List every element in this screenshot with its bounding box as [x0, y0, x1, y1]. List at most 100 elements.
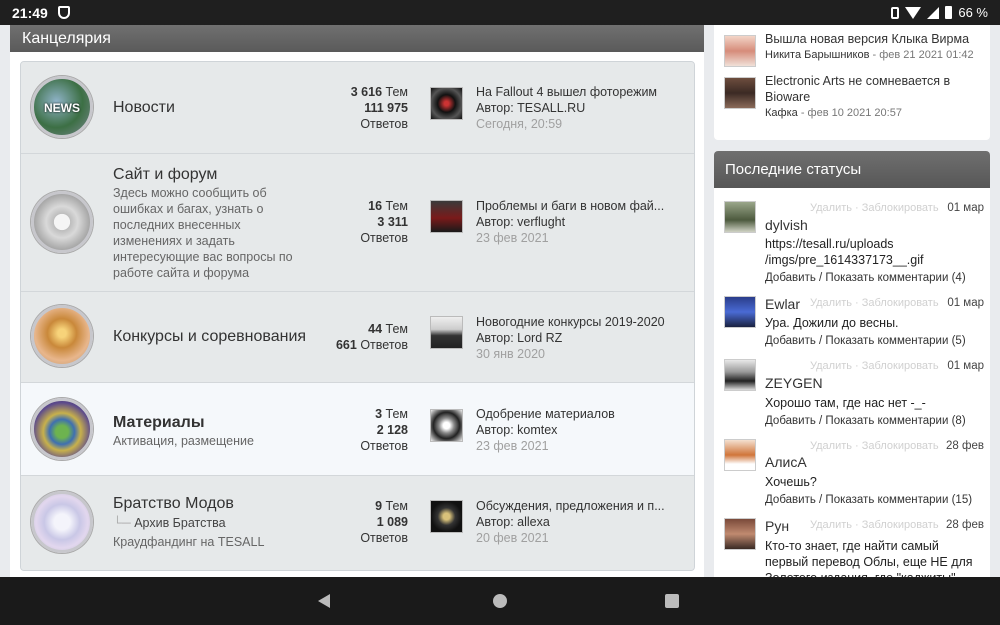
gear-icon[interactable]	[31, 191, 93, 253]
forum-row-materials[interactable]: Материалы Активация, размещение 3 Тем 2 …	[21, 383, 694, 476]
reply-word: Ответов	[360, 231, 408, 245]
show-comments-link[interactable]: Показать комментарии (5)	[825, 335, 965, 347]
forum-title[interactable]: Конкурсы и соревнования	[113, 328, 306, 346]
status-user-name[interactable]: Ewlar	[765, 296, 800, 312]
last-post-title[interactable]: На Fallout 4 вышел фоторежим	[476, 84, 686, 100]
last-post: Новогодние конкурсы 2019-2020 Автор: Lor…	[476, 314, 686, 362]
last-post-avatar[interactable]	[430, 316, 463, 349]
forum-row-contests[interactable]: Конкурсы и соревнования 44 Тем 661 Ответ…	[21, 292, 694, 383]
status-user-name[interactable]: АлисА	[765, 454, 807, 470]
add-comment-link[interactable]: Добавить	[765, 494, 816, 506]
news-title[interactable]: Вышла новая версия Клыка Вирма	[765, 31, 990, 47]
last-post-title[interactable]: Обсуждения, предложения и п...	[476, 498, 686, 514]
recent-apps-icon[interactable]	[665, 594, 679, 608]
status-actions: Удалить · Заблокировать	[810, 360, 939, 372]
last-post: Одобрение материалов Автор: komtex 23 фе…	[476, 406, 686, 454]
category-header[interactable]: Канцелярия	[10, 25, 704, 52]
forum-row-site[interactable]: Сайт и форум Здесь можно сообщить об оши…	[21, 154, 694, 292]
forum-stats: 3 Тем 2 128 Ответов	[360, 406, 408, 454]
forum-row-news[interactable]: NEWS Новости 3 616 Тем 111 975 Ответов Н…	[21, 62, 694, 154]
last-post-date: Сегодня, 20:59	[476, 117, 563, 131]
user-avatar[interactable]	[724, 201, 756, 233]
status-message[interactable]: https://tesall.ru/uploads /imgs/pre_1614…	[765, 236, 980, 268]
last-post-author[interactable]: Автор: komtex	[476, 422, 686, 438]
status-message[interactable]: Кто-то знает, где найти самый первый пер…	[765, 538, 980, 577]
delete-link[interactable]: Удалить	[810, 440, 852, 452]
news-title[interactable]: Electronic Arts не сомневается в Bioware	[765, 73, 990, 105]
add-comment-link[interactable]: Добавить	[765, 415, 816, 427]
forum-title[interactable]: Сайт и форум	[113, 166, 217, 184]
block-link[interactable]: Заблокировать	[862, 360, 939, 372]
block-link[interactable]: Заблокировать	[862, 440, 939, 452]
last-post-avatar[interactable]	[430, 500, 463, 533]
delete-link[interactable]: Удалить	[810, 297, 852, 309]
show-comments-link[interactable]: Показать комментарии (15)	[825, 494, 972, 506]
forum-row-mods[interactable]: Братство Модов └─ Архив Братства Краудфа…	[21, 476, 694, 570]
status-date: 01 мар	[947, 202, 984, 214]
last-post-avatar[interactable]	[430, 409, 463, 442]
user-avatar[interactable]	[724, 518, 756, 550]
thread-count: 16	[368, 199, 383, 213]
last-post-avatar[interactable]	[430, 87, 463, 120]
last-post: На Fallout 4 вышел фоторежим Автор: TESA…	[476, 84, 686, 132]
last-post-title[interactable]: Проблемы и баги в новом фай...	[476, 198, 686, 214]
last-post: Обсуждения, предложения и п... Автор: al…	[476, 498, 686, 546]
latest-statuses-widget: Последние статусы dylvish Удалить · Забл…	[714, 151, 990, 577]
forum-title[interactable]: Новости	[113, 99, 175, 117]
reply-count: 2 128	[376, 423, 408, 437]
last-post-author[interactable]: Автор: verflught	[476, 214, 686, 230]
status-date: 28 фев	[946, 519, 984, 531]
subforum-branch-icon: └─	[113, 516, 135, 530]
delete-link[interactable]: Удалить	[810, 360, 852, 372]
status-user-name[interactable]: dylvish	[765, 217, 808, 233]
news-forum-icon[interactable]: NEWS	[31, 76, 93, 138]
user-avatar[interactable]	[724, 439, 756, 471]
statuses-title: Последние статусы	[725, 161, 862, 178]
last-post-date: 20 фев 2021	[476, 531, 549, 545]
status-user-name[interactable]: ZEYGEN	[765, 375, 823, 391]
status-message[interactable]: Хочешь?	[765, 474, 980, 490]
thread-word: Тем	[385, 199, 408, 213]
last-post-author[interactable]: Автор: TESALL.RU	[476, 100, 686, 116]
reply-word: Ответов	[360, 338, 408, 352]
news-author[interactable]: Никита Барышников	[765, 49, 869, 61]
last-post-author[interactable]: Автор: Lord RZ	[476, 330, 686, 346]
news-item-avatar[interactable]	[724, 35, 756, 67]
user-avatar[interactable]	[724, 296, 756, 328]
last-post-avatar[interactable]	[430, 200, 463, 233]
forum-title[interactable]: Материалы	[113, 414, 205, 432]
user-avatar[interactable]	[724, 359, 756, 391]
news-author[interactable]: Кафка	[765, 107, 798, 119]
back-icon[interactable]	[318, 594, 330, 608]
trophy-icon[interactable]	[31, 305, 93, 367]
subforum-label: Архив Братства	[134, 516, 226, 530]
battery-icon	[945, 6, 953, 19]
show-comments-link[interactable]: Показать комментарии (4)	[825, 272, 965, 284]
status-comments: Добавить / Показать комментарии (15)	[765, 494, 973, 506]
home-icon[interactable]	[493, 594, 507, 608]
forum-title[interactable]: Братство Модов	[113, 495, 234, 513]
status-message[interactable]: Хорошо там, где нас нет -_-	[765, 395, 980, 411]
block-link[interactable]: Заблокировать	[862, 519, 939, 531]
status-message[interactable]: Ура. Дожили до весны.	[765, 315, 980, 331]
mods-icon[interactable]	[31, 491, 93, 553]
news-item-text: Вышла новая версия Клыка Вирма Никита Ба…	[765, 31, 990, 63]
forum-description: Активация, размещение	[113, 434, 254, 448]
subforum-link[interactable]: └─ Архив Братства	[113, 516, 226, 530]
system-status-bar: 21:49 66 %	[0, 0, 1000, 25]
wifi-icon	[905, 6, 922, 19]
blocks-icon[interactable]	[31, 398, 93, 460]
block-link[interactable]: Заблокировать	[862, 297, 939, 309]
delete-link[interactable]: Удалить	[810, 202, 852, 214]
add-comment-link[interactable]: Добавить	[765, 335, 816, 347]
block-link[interactable]: Заблокировать	[862, 202, 939, 214]
news-item-avatar[interactable]	[724, 77, 756, 109]
status-user-name[interactable]: Рун	[765, 518, 789, 534]
add-comment-link[interactable]: Добавить	[765, 272, 816, 284]
last-post-author[interactable]: Автор: allexa	[476, 514, 686, 530]
last-post-title[interactable]: Новогодние конкурсы 2019-2020	[476, 314, 686, 330]
delete-link[interactable]: Удалить	[810, 519, 852, 531]
last-post-date: 30 янв 2020	[476, 347, 545, 361]
last-post-title[interactable]: Одобрение материалов	[476, 406, 686, 422]
show-comments-link[interactable]: Показать комментарии (8)	[825, 415, 965, 427]
